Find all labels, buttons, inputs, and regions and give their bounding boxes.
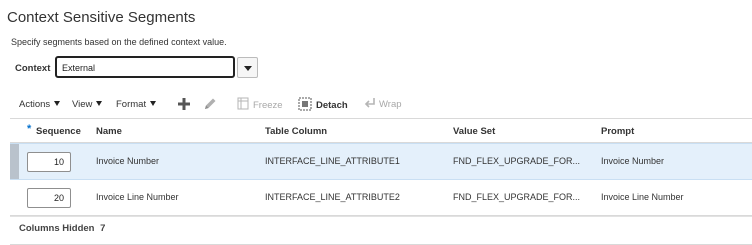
freeze-icon (237, 97, 249, 110)
table-header: * Sequence Name Table Column Value Set P… (10, 118, 752, 143)
view-menu-label: View (72, 99, 93, 110)
cell-value-set: FND_FLEX_UPGRADE_FOR... (453, 156, 581, 166)
columns-hidden-count[interactable]: 7 (100, 223, 105, 234)
edit-button[interactable] (202, 96, 218, 112)
column-header-value-set[interactable]: Value Set (453, 126, 495, 137)
freeze-label: Freeze (253, 100, 283, 111)
table-toolbar: Actions View Format Freeze Detach Wrap (0, 96, 752, 114)
actions-menu[interactable]: Actions (19, 99, 61, 110)
column-header-table-column[interactable]: Table Column (265, 126, 327, 137)
footer-divider (10, 215, 752, 216)
detach-button[interactable]: Detach (298, 97, 348, 111)
table-row[interactable]: 20 Invoice Line Number INTERFACE_LINE_AT… (10, 180, 752, 217)
wrap-label: Wrap (379, 99, 402, 110)
view-menu[interactable]: View (72, 99, 103, 110)
chevron-down-icon (244, 66, 252, 71)
columns-hidden-label: Columns Hidden (19, 223, 95, 234)
wrap-icon (364, 98, 375, 108)
actions-menu-label: Actions (19, 99, 51, 110)
freeze-button[interactable]: Freeze (237, 97, 283, 111)
table-footer: Columns Hidden 7 (19, 223, 105, 234)
context-dropdown-button[interactable] (237, 57, 258, 78)
cell-table-column: INTERFACE_LINE_ATTRIBUTE1 (265, 156, 400, 166)
context-select[interactable]: External (55, 56, 235, 78)
cell-table-column: INTERFACE_LINE_ATTRIBUTE2 (265, 192, 400, 202)
table-row[interactable]: 10 Invoice Number INTERFACE_LINE_ATTRIBU… (10, 143, 752, 180)
cell-prompt: Invoice Number (601, 156, 665, 166)
context-select-value: External (62, 63, 96, 73)
cell-name: Invoice Line Number (96, 192, 179, 202)
detach-icon (298, 97, 312, 111)
page-description: Specify segments based on the defined co… (11, 37, 227, 47)
caret-down-icon (96, 101, 103, 106)
cell-prompt: Invoice Line Number (601, 192, 684, 202)
segments-table: * Sequence Name Table Column Value Set P… (10, 118, 752, 217)
caret-down-icon (54, 101, 61, 106)
row-selected-marker (10, 144, 19, 179)
column-header-prompt[interactable]: Prompt (601, 126, 634, 137)
cell-value-set: FND_FLEX_UPGRADE_FOR... (453, 192, 581, 202)
cell-name: Invoice Number (96, 156, 160, 166)
wrap-button[interactable]: Wrap (364, 97, 402, 110)
column-header-sequence[interactable]: Sequence (36, 126, 81, 137)
pencil-icon (205, 98, 216, 109)
sequence-input[interactable]: 10 (27, 152, 71, 172)
format-menu[interactable]: Format (116, 99, 157, 110)
context-label: Context (15, 63, 51, 74)
detach-label: Detach (316, 100, 348, 111)
add-button[interactable] (176, 96, 192, 112)
page-title: Context Sensitive Segments (7, 9, 196, 26)
sequence-input[interactable]: 20 (27, 188, 71, 208)
plus-icon (178, 98, 190, 110)
caret-down-icon (150, 101, 157, 106)
column-header-name[interactable]: Name (96, 126, 122, 137)
required-marker: * (27, 123, 32, 135)
format-menu-label: Format (116, 99, 147, 110)
